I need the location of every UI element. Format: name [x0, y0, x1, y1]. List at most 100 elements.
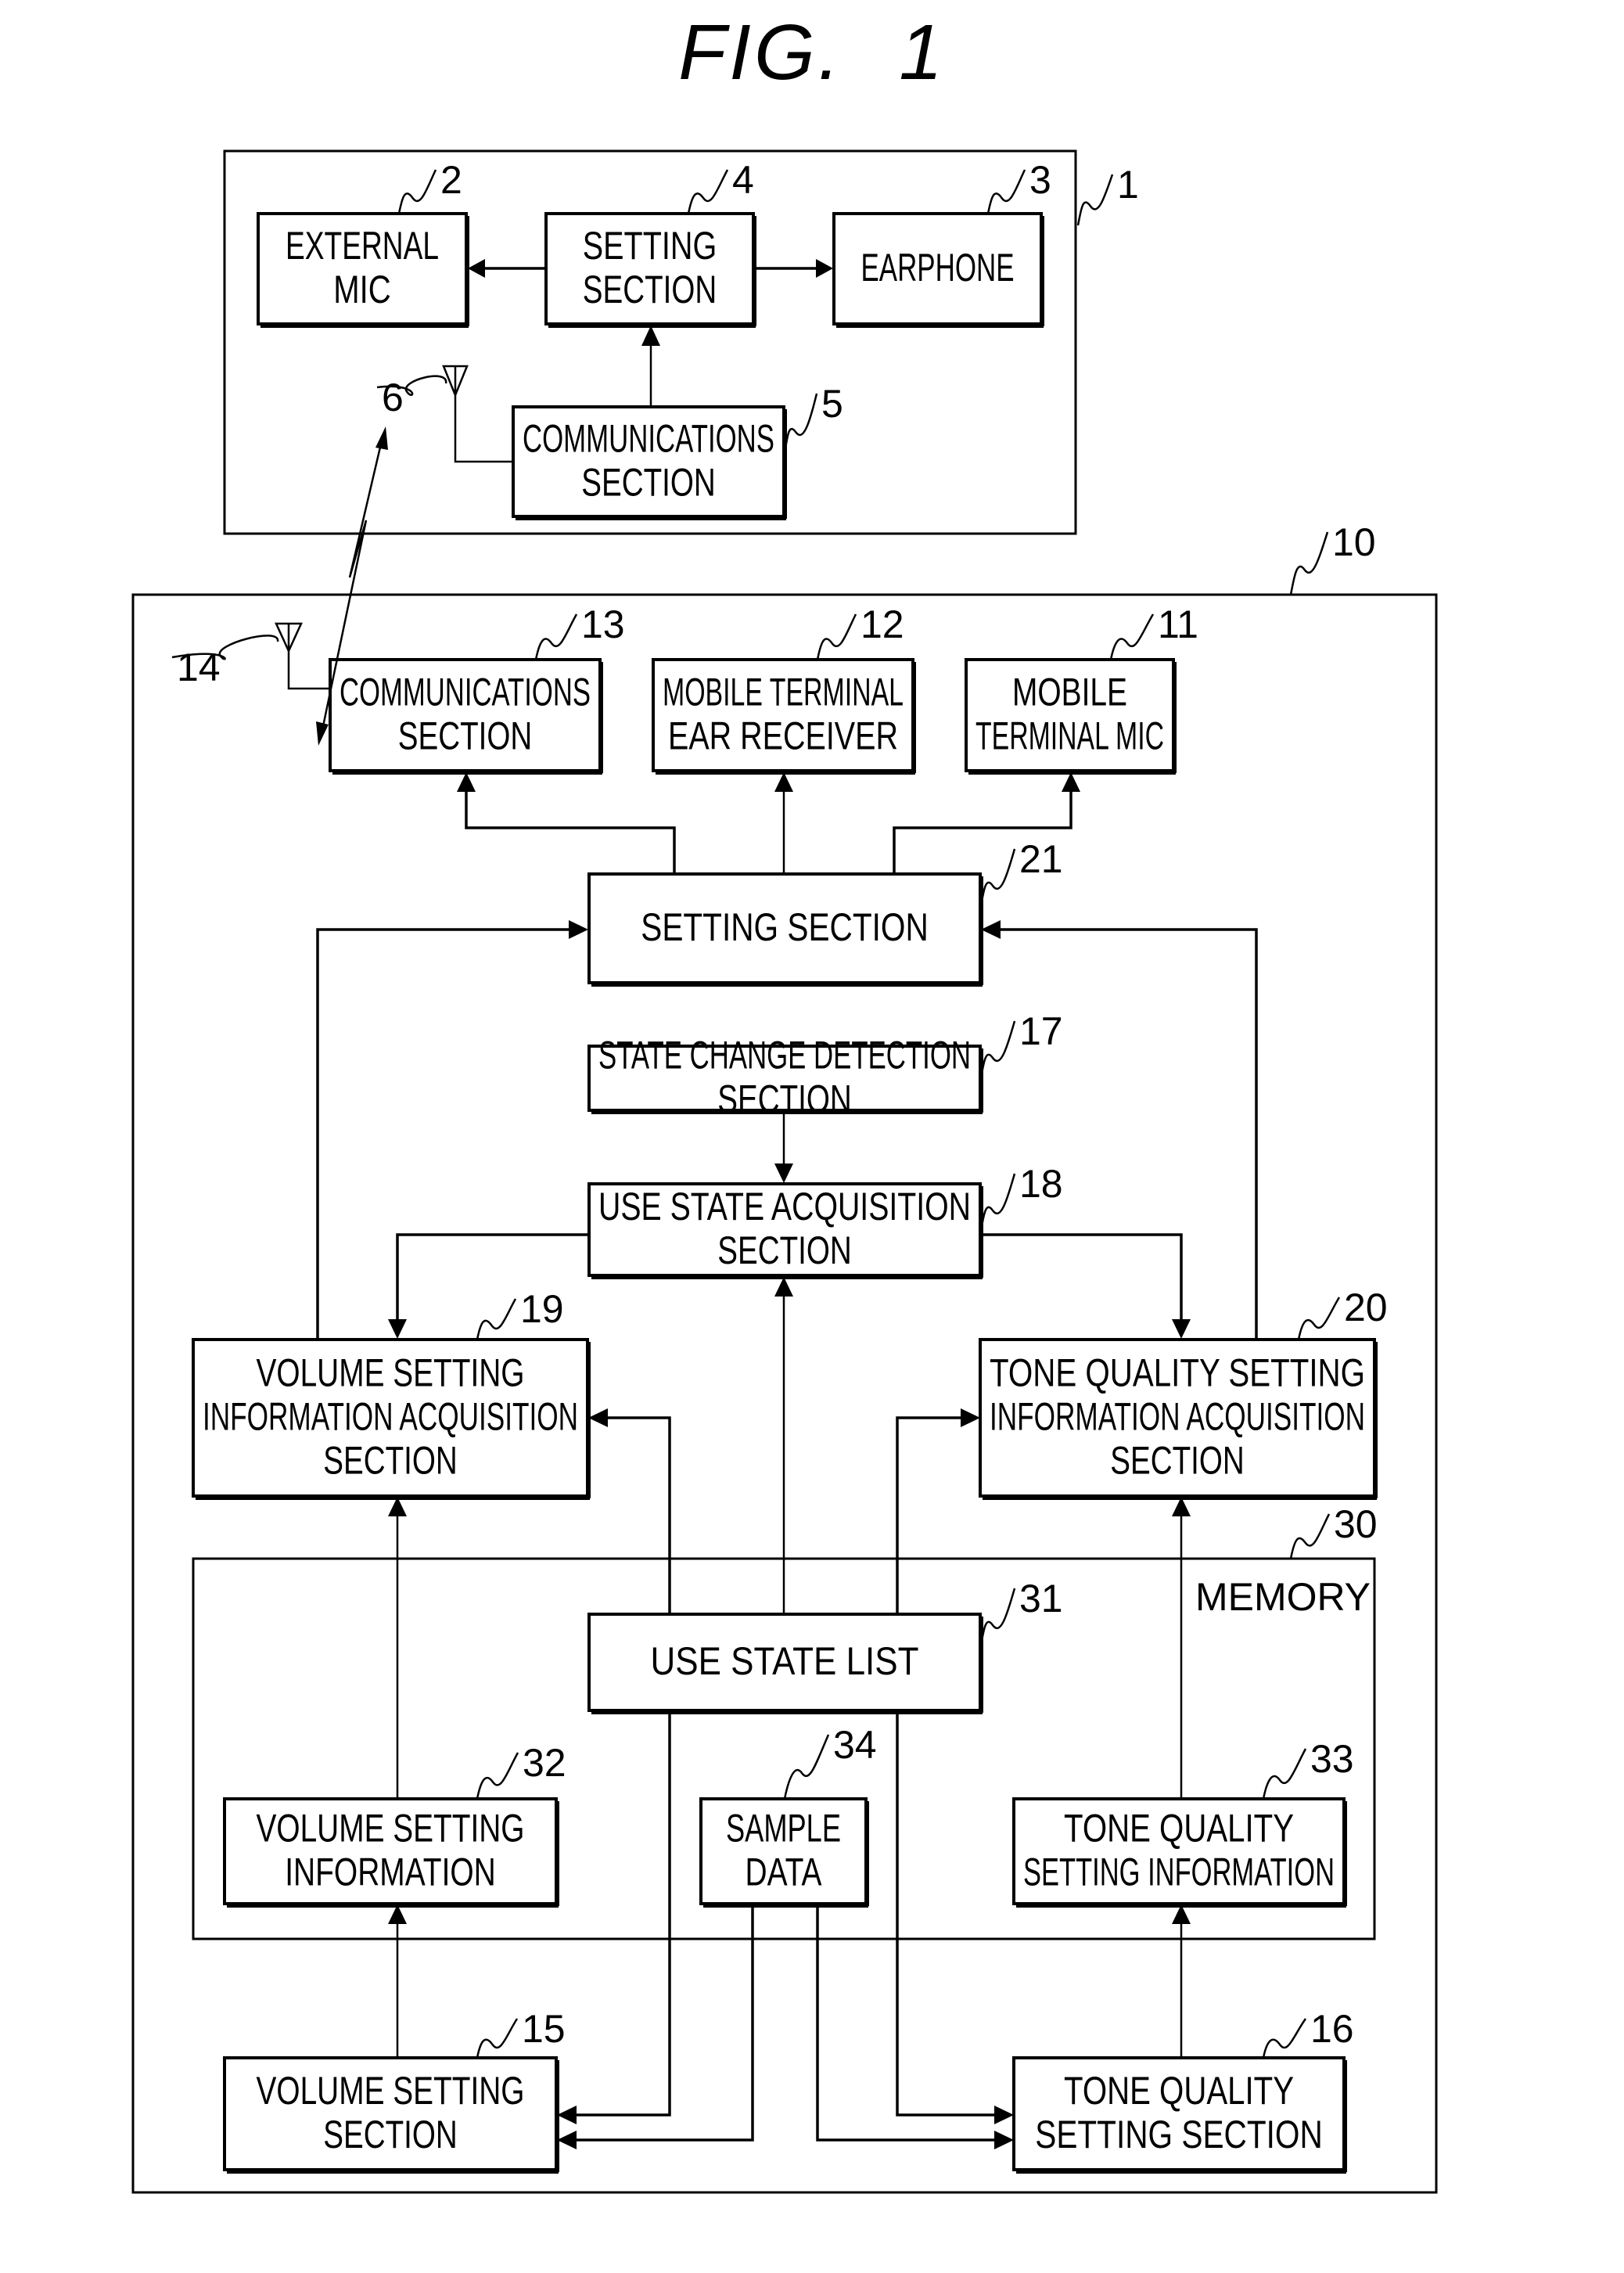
- leader-squiggle: [979, 1588, 1016, 1650]
- reference-number: 1: [1117, 163, 1139, 207]
- block-label-line: EARPHONE: [861, 246, 1015, 290]
- block-state-change-detection-section: STATE CHANGE DETECTIONSECTION: [587, 1034, 983, 1121]
- reference-number: 11: [1158, 602, 1198, 646]
- arrowhead: [961, 1408, 980, 1427]
- block-label-line: SECTION: [581, 461, 716, 505]
- ref-5: 5: [782, 382, 843, 459]
- block-terminal-communications-section: COMMUNICATIONSSECTION: [329, 658, 603, 775]
- ref-14: 14: [171, 635, 279, 689]
- block-label-line: SETTING SECTION: [1035, 2113, 1323, 2156]
- reference-number: 34: [833, 1723, 877, 1767]
- arrowhead: [1172, 1319, 1191, 1339]
- block-label-line: USE STATE ACQUISITION: [598, 1185, 971, 1228]
- ref-30: 30: [1289, 1502, 1378, 1559]
- leader-squiggle: [476, 1752, 519, 1800]
- leader-squiggle: [397, 169, 437, 214]
- reference-number: 20: [1344, 1286, 1388, 1329]
- arrowhead: [588, 1408, 608, 1427]
- block-volume-setting-section: VOLUME SETTINGSECTION: [223, 2056, 559, 2174]
- arrowhead: [994, 2106, 1014, 2124]
- arrowhead: [375, 426, 388, 450]
- arrow-list-to-volume-setting: [563, 1710, 671, 2117]
- block-use-state-list: USE STATE LIST: [587, 1613, 983, 1714]
- block-label-line: INFORMATION: [285, 1850, 496, 1894]
- ref-13: 13: [534, 602, 625, 660]
- block-use-state-acquisition-section: USE STATE ACQUISITIONSECTION: [587, 1182, 983, 1279]
- arrowhead: [457, 772, 476, 792]
- block-label-line: EXTERNAL: [286, 224, 439, 268]
- arrow-volume-acq-to-setting: [316, 928, 583, 1340]
- reference-number: 4: [732, 158, 754, 202]
- reference-number: 15: [522, 2007, 566, 2051]
- ref-4: 4: [687, 158, 754, 214]
- blocks-layer: EXTERNALMIC SETTING SECTION EARPHONE COMMUNI…: [192, 212, 1378, 2174]
- antenna-14-icon: [275, 622, 330, 690]
- block-label-line: SECTION: [323, 1439, 458, 1483]
- arrowhead: [774, 772, 793, 792]
- arrowhead: [569, 920, 588, 939]
- leader-squiggle: [1076, 174, 1114, 226]
- leader-squiggle: [979, 1020, 1016, 1083]
- leader-squiggle: [476, 2018, 519, 2059]
- leader-squiggle: [687, 169, 729, 214]
- block-label-line: TONE QUALITY: [1064, 1807, 1294, 1850]
- block-label-line: COMMUNICATIONS: [340, 671, 591, 714]
- reference-number: 31: [1019, 1577, 1063, 1620]
- leader-squiggle: [1289, 1513, 1331, 1559]
- reference-number: 19: [520, 1287, 564, 1331]
- arrowhead: [1062, 772, 1080, 792]
- ref-19: 19: [476, 1287, 564, 1340]
- block-tone-quality-setting-info-acquisition: TONE QUALITY SETTINGINFORMATION ACQUISIT…: [979, 1338, 1378, 1500]
- ref-17: 17: [979, 1009, 1063, 1083]
- reference-number: 16: [1310, 2007, 1354, 2051]
- block-sample-data: SAMPLEDATA: [699, 1797, 869, 1908]
- block-label-line: SETTING: [583, 224, 717, 268]
- block-label-line: MIC: [333, 268, 391, 311]
- ref-16: 16: [1262, 2007, 1354, 2059]
- block-label-line: SETTING SECTION: [641, 905, 929, 949]
- reference-number: 5: [821, 382, 843, 426]
- arrowhead: [316, 721, 329, 746]
- leader-squiggle: [782, 393, 818, 459]
- block-label-line: VOLUME SETTING: [257, 1807, 525, 1850]
- block-label-line: DATA: [746, 1850, 822, 1894]
- block-label-line: SAMPLE: [726, 1807, 841, 1850]
- ref-33: 33: [1262, 1737, 1354, 1800]
- block-label-line: SECTION: [323, 2113, 458, 2156]
- leader-squiggle: [534, 613, 578, 660]
- block-label-line: SECTION: [398, 714, 533, 758]
- ref-3: 3: [986, 158, 1051, 214]
- ref-20: 20: [1297, 1286, 1388, 1340]
- reference-number: 33: [1310, 1737, 1354, 1781]
- block-label-line: USE STATE LIST: [651, 1639, 919, 1683]
- arrow-setting-to-terminal-comm: [465, 778, 676, 874]
- block-label-line: VOLUME SETTING: [257, 2069, 525, 2113]
- ref-32: 32: [476, 1741, 566, 1800]
- arrowhead: [557, 2131, 577, 2149]
- block-label-line: EAR RECEIVER: [668, 714, 898, 758]
- leader-squiggle: [1262, 1748, 1307, 1800]
- arrowhead: [774, 1277, 793, 1297]
- ref-12: 12: [816, 602, 904, 660]
- leader-squiggle: [979, 1173, 1016, 1235]
- block-tone-quality-setting-information: TONE QUALITYSETTING INFORMATION: [1012, 1797, 1347, 1908]
- ref-1: 1: [1076, 163, 1139, 226]
- block-diagram: MEMORY EXTERNALMICSETTINGSECTION EARPHONE…: [131, 149, 1438, 2194]
- block-label-line: TONE QUALITY: [1064, 2069, 1294, 2113]
- block-label-line: INFORMATION ACQUISITION: [990, 1395, 1365, 1439]
- leader-squiggle: [783, 1734, 830, 1800]
- block-label-line: MOBILE: [1012, 671, 1127, 714]
- leader-squiggle: [979, 848, 1016, 911]
- block-label-line: TERMINAL MIC: [975, 714, 1164, 758]
- ref-18: 18: [979, 1162, 1063, 1235]
- arrow-acq-to-tone-acq: [980, 1233, 1183, 1333]
- arrow-list-to-tone-setting: [896, 1710, 1008, 2117]
- block-earphone: EARPHONE: [832, 212, 1044, 328]
- block-label-line: SETTING INFORMATION: [1023, 1850, 1335, 1894]
- block-label-line: TONE QUALITY SETTING: [990, 1351, 1365, 1395]
- block-label-line: SECTION: [717, 1228, 852, 1272]
- block-volume-setting-info-acquisition: VOLUME SETTINGINFORMATION ACQUISITIONSEC…: [192, 1338, 591, 1500]
- reference-number: 12: [861, 602, 904, 646]
- ref-21: 21: [979, 837, 1063, 911]
- block-label-line: STATE CHANGE DETECTION: [598, 1034, 971, 1077]
